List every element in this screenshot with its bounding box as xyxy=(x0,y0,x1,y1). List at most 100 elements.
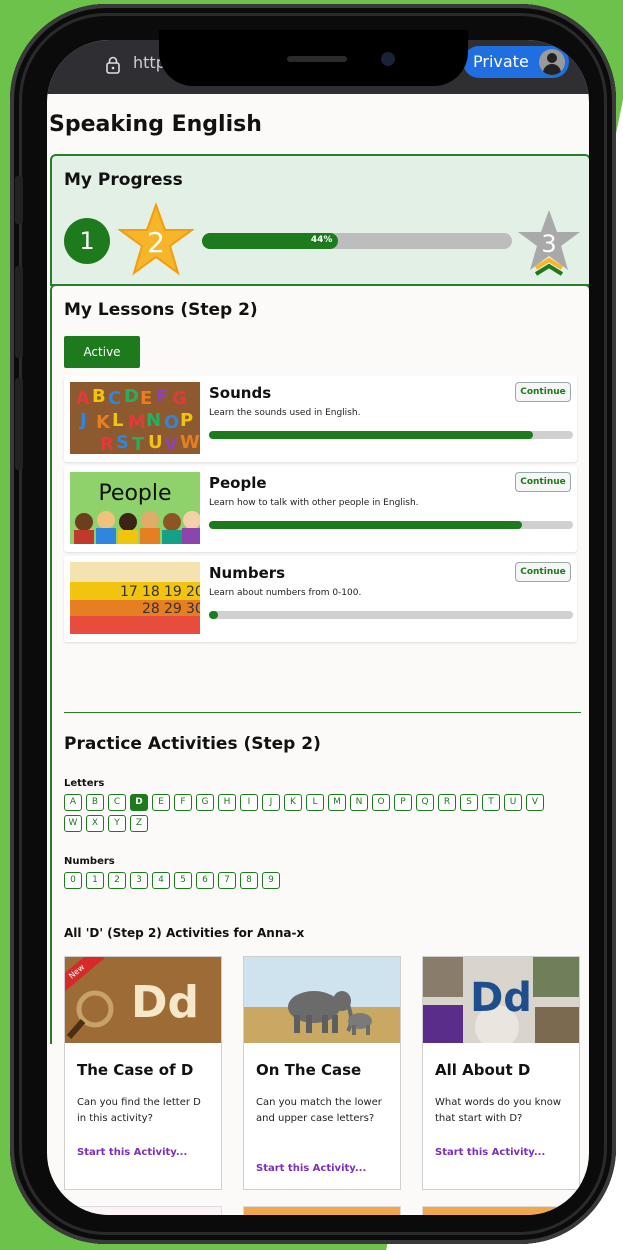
lesson-name: Numbers xyxy=(209,564,286,582)
letter-chip-j[interactable]: J xyxy=(262,794,280,811)
svg-text:19: 19 xyxy=(164,584,182,600)
step-star-icon: 2 xyxy=(118,202,194,276)
start-activity-link[interactable]: Start this Activity... xyxy=(435,1147,545,1158)
front-camera xyxy=(381,52,395,66)
letter-chip-f[interactable]: F xyxy=(174,794,192,811)
letter-chip-g[interactable]: G xyxy=(196,794,214,811)
svg-text:A: A xyxy=(76,388,90,409)
phone-screen: http Private Speaking English My Progres… xyxy=(47,40,589,1215)
next-step-number: 3 xyxy=(541,230,556,258)
private-label: Private xyxy=(473,52,529,71)
svg-text:R: R xyxy=(100,434,114,454)
activity-image: Dd New xyxy=(65,957,221,1043)
svg-text:30: 30 xyxy=(186,601,200,617)
letter-chip-s[interactable]: S xyxy=(460,794,478,811)
number-chip-8[interactable]: 8 xyxy=(240,872,258,889)
number-chip-2[interactable]: 2 xyxy=(108,872,126,889)
number-chip-6[interactable]: 6 xyxy=(196,872,214,889)
number-chip-3[interactable]: 3 xyxy=(130,872,148,889)
letter-chip-p[interactable]: P xyxy=(394,794,412,811)
letter-chip-w[interactable]: W xyxy=(64,815,82,832)
next-step-star-icon: 3 xyxy=(518,210,580,276)
phone-notch xyxy=(159,30,468,86)
lessons-title: My Lessons (Step 2) xyxy=(64,300,258,320)
continue-button[interactable]: Continue xyxy=(515,472,571,492)
lesson-name: People xyxy=(209,474,267,492)
number-chip-5[interactable]: 5 xyxy=(174,872,192,889)
start-activity-link[interactable]: Start this Activity... xyxy=(77,1147,187,1158)
letter-chip-z[interactable]: Z xyxy=(130,815,148,832)
svg-text:18: 18 xyxy=(142,584,160,600)
volume-up-button xyxy=(15,266,23,358)
letter-chip-t[interactable]: T xyxy=(482,794,500,811)
letter-chip-a[interactable]: A xyxy=(64,794,82,811)
activity-card-partial[interactable]: D xyxy=(422,1206,580,1215)
lesson-description: Learn the sounds used in English. xyxy=(209,408,361,418)
letter-chip-c[interactable]: C xyxy=(108,794,126,811)
letter-chip-i[interactable]: I xyxy=(240,794,258,811)
letter-chip-r[interactable]: R xyxy=(438,794,456,811)
svg-text:29: 29 xyxy=(164,601,182,617)
number-chip-0[interactable]: 0 xyxy=(64,872,82,889)
letter-chip-v[interactable]: V xyxy=(526,794,544,811)
svg-text:O: O xyxy=(164,412,179,433)
private-mode-badge[interactable]: Private xyxy=(463,46,569,78)
letter-chip-y[interactable]: Y xyxy=(108,815,126,832)
letter-chip-e[interactable]: E xyxy=(152,794,170,811)
svg-text:K: K xyxy=(96,412,111,433)
star-step-number: 2 xyxy=(147,226,165,259)
letter-chip-h[interactable]: H xyxy=(218,794,236,811)
letter-chip-o[interactable]: O xyxy=(372,794,390,811)
number-chip-7[interactable]: 7 xyxy=(218,872,236,889)
volume-down-button xyxy=(15,378,23,470)
activity-title: The Case of D xyxy=(77,1061,194,1079)
lesson-numbers[interactable]: 17 18 19 20 28 29 30 Numbers Learn about numb… xyxy=(64,556,577,642)
svg-text:C: C xyxy=(108,388,121,409)
activity-card[interactable]: Dd All About D What words do you know th… xyxy=(422,956,580,1190)
svg-text:28: 28 xyxy=(142,601,160,617)
lesson-sounds[interactable]: ABCDEFG JKLMNOP RSTUVW Sounds Learn the … xyxy=(64,376,577,462)
section-divider xyxy=(64,712,581,713)
activity-card-partial[interactable]: d xyxy=(243,1206,401,1215)
letter-chip-q[interactable]: Q xyxy=(416,794,434,811)
number-chip-9[interactable]: 9 xyxy=(262,872,280,889)
letter-chip-list: ABCDEFGHIJKLMNOPQRSTUV WXYZ xyxy=(64,794,564,832)
lesson-progress-bar xyxy=(209,611,573,619)
continue-button[interactable]: Continue xyxy=(515,382,571,402)
start-activity-link[interactable]: Start this Activity... xyxy=(256,1163,366,1174)
svg-text:G: G xyxy=(172,388,187,409)
svg-text:P: P xyxy=(180,410,193,431)
activities-title: All 'D' (Step 2) Activities for Anna-x xyxy=(64,926,305,940)
letter-chip-x[interactable]: X xyxy=(86,815,104,832)
svg-text:U: U xyxy=(148,432,163,453)
letter-chip-u[interactable]: U xyxy=(504,794,522,811)
letter-chip-k[interactable]: K xyxy=(284,794,302,811)
lesson-description: Learn how to talk with other people in E… xyxy=(209,498,419,508)
letter-pattern-image: BDPDBPDPBBPBDP xyxy=(65,1207,221,1215)
number-chip-1[interactable]: 1 xyxy=(86,872,104,889)
activity-card[interactable]: On The Case Can you match the lower and … xyxy=(243,956,401,1190)
profile-avatar-icon[interactable] xyxy=(538,49,565,75)
svg-text:F: F xyxy=(156,386,168,407)
progress-title: My Progress xyxy=(64,170,183,190)
continue-button[interactable]: Continue xyxy=(515,562,571,582)
letter-chip-n[interactable]: N xyxy=(350,794,368,811)
activity-title: All About D xyxy=(435,1061,531,1079)
letter-chip-m[interactable]: M xyxy=(328,794,346,811)
number-chip-4[interactable]: 4 xyxy=(152,872,170,889)
svg-text:T: T xyxy=(132,434,145,454)
numbers-thumbnail: 17 18 19 20 28 29 30 xyxy=(70,562,200,634)
svg-text:B: B xyxy=(92,386,106,407)
svg-text:M: M xyxy=(128,412,146,433)
letter-chip-l[interactable]: L xyxy=(306,794,324,811)
progress-bar: 44% xyxy=(202,233,512,249)
lesson-name: Sounds xyxy=(209,384,272,402)
activity-image-text: Dd xyxy=(470,975,532,1021)
letter-chip-b[interactable]: B xyxy=(86,794,104,811)
people-thumb-text: People xyxy=(98,481,171,506)
letter-chip-d[interactable]: D xyxy=(130,794,148,811)
activity-card-partial[interactable]: BDPDBPDPBBPBDP xyxy=(64,1206,222,1215)
activity-card[interactable]: Dd New The Case of D Can you find the le… xyxy=(64,956,222,1190)
tab-active[interactable]: Active xyxy=(64,336,140,368)
lesson-people[interactable]: People People Learn how to talk with oth… xyxy=(64,466,577,552)
